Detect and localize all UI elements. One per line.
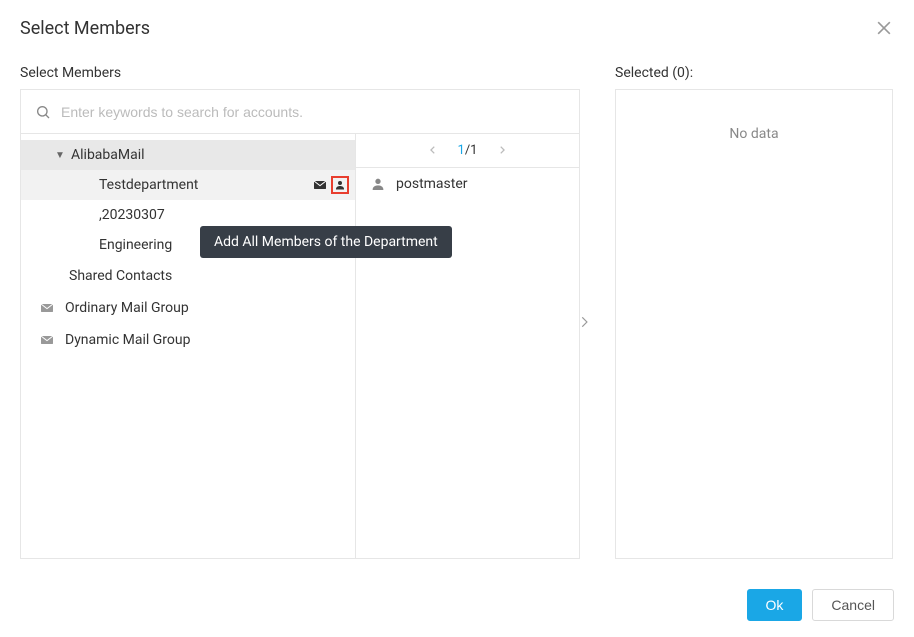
tree-ordinary-mail-group[interactable]: Ordinary Mail Group	[21, 292, 355, 324]
search-icon	[35, 104, 51, 120]
envelope-icon	[39, 300, 55, 316]
tree-dynamic-mail-group[interactable]: Dynamic Mail Group	[21, 324, 355, 356]
left-section-label: Select Members	[20, 65, 580, 81]
transfer-right-icon[interactable]	[577, 315, 591, 333]
envelope-icon	[39, 332, 55, 348]
add-all-members-icon[interactable]	[331, 176, 349, 194]
tree-item-label: Shared Contacts	[69, 268, 172, 284]
right-section-label: Selected (0):	[615, 65, 693, 81]
ok-button[interactable]: Ok	[747, 589, 803, 621]
tree-shared-contacts[interactable]: Shared Contacts	[21, 260, 355, 292]
tree-item-label: Engineering	[99, 237, 349, 253]
caret-down-icon: ▼	[53, 150, 67, 161]
search-input[interactable]	[61, 104, 565, 120]
tree-item-label: ,20230307	[99, 207, 349, 223]
tree-item-testdepartment[interactable]: Testdepartment	[21, 170, 355, 200]
tree-item-20230307[interactable]: ,20230307	[21, 200, 355, 230]
org-tree: ▼ AlibabaMail Testdepartment	[21, 134, 356, 558]
members-column: 1/1 postmaster	[356, 134, 579, 558]
source-panel: ▼ AlibabaMail Testdepartment	[20, 89, 580, 559]
page-prev-icon[interactable]	[428, 143, 438, 159]
close-icon[interactable]	[874, 18, 894, 38]
envelope-icon[interactable]	[311, 176, 329, 194]
tree-item-label: Ordinary Mail Group	[65, 300, 189, 316]
tree-root[interactable]: ▼ AlibabaMail	[21, 140, 355, 170]
person-icon	[370, 176, 386, 192]
member-row[interactable]: postmaster	[356, 168, 579, 200]
search-row	[21, 90, 579, 134]
tree-item-label: Testdepartment	[99, 177, 311, 193]
tree-root-label: AlibabaMail	[71, 147, 349, 163]
page-next-icon[interactable]	[497, 143, 507, 159]
pagination: 1/1	[356, 134, 579, 168]
page-indicator: 1/1	[458, 143, 478, 158]
selected-panel: No data	[615, 89, 893, 559]
cancel-button[interactable]: Cancel	[812, 589, 894, 621]
tree-item-label: Dynamic Mail Group	[65, 332, 190, 348]
tree-item-engineering[interactable]: Engineering	[21, 230, 355, 260]
dialog-title: Select Members	[20, 18, 150, 39]
member-name: postmaster	[396, 176, 468, 192]
empty-state: No data	[729, 126, 778, 142]
